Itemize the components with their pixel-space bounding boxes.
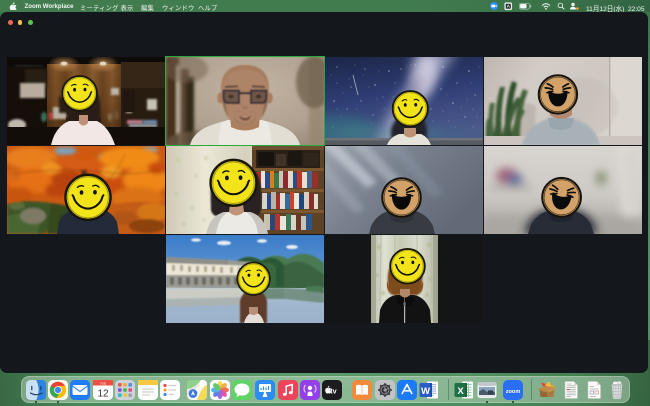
- svg-text:W: W: [421, 385, 430, 396]
- svg-text:zoom: zoom: [505, 388, 520, 394]
- svg-text:tv: tv: [330, 386, 336, 395]
- svg-text:12: 12: [97, 388, 109, 399]
- svg-text:TUE: TUE: [100, 381, 106, 385]
- svg-text:X: X: [457, 385, 464, 396]
